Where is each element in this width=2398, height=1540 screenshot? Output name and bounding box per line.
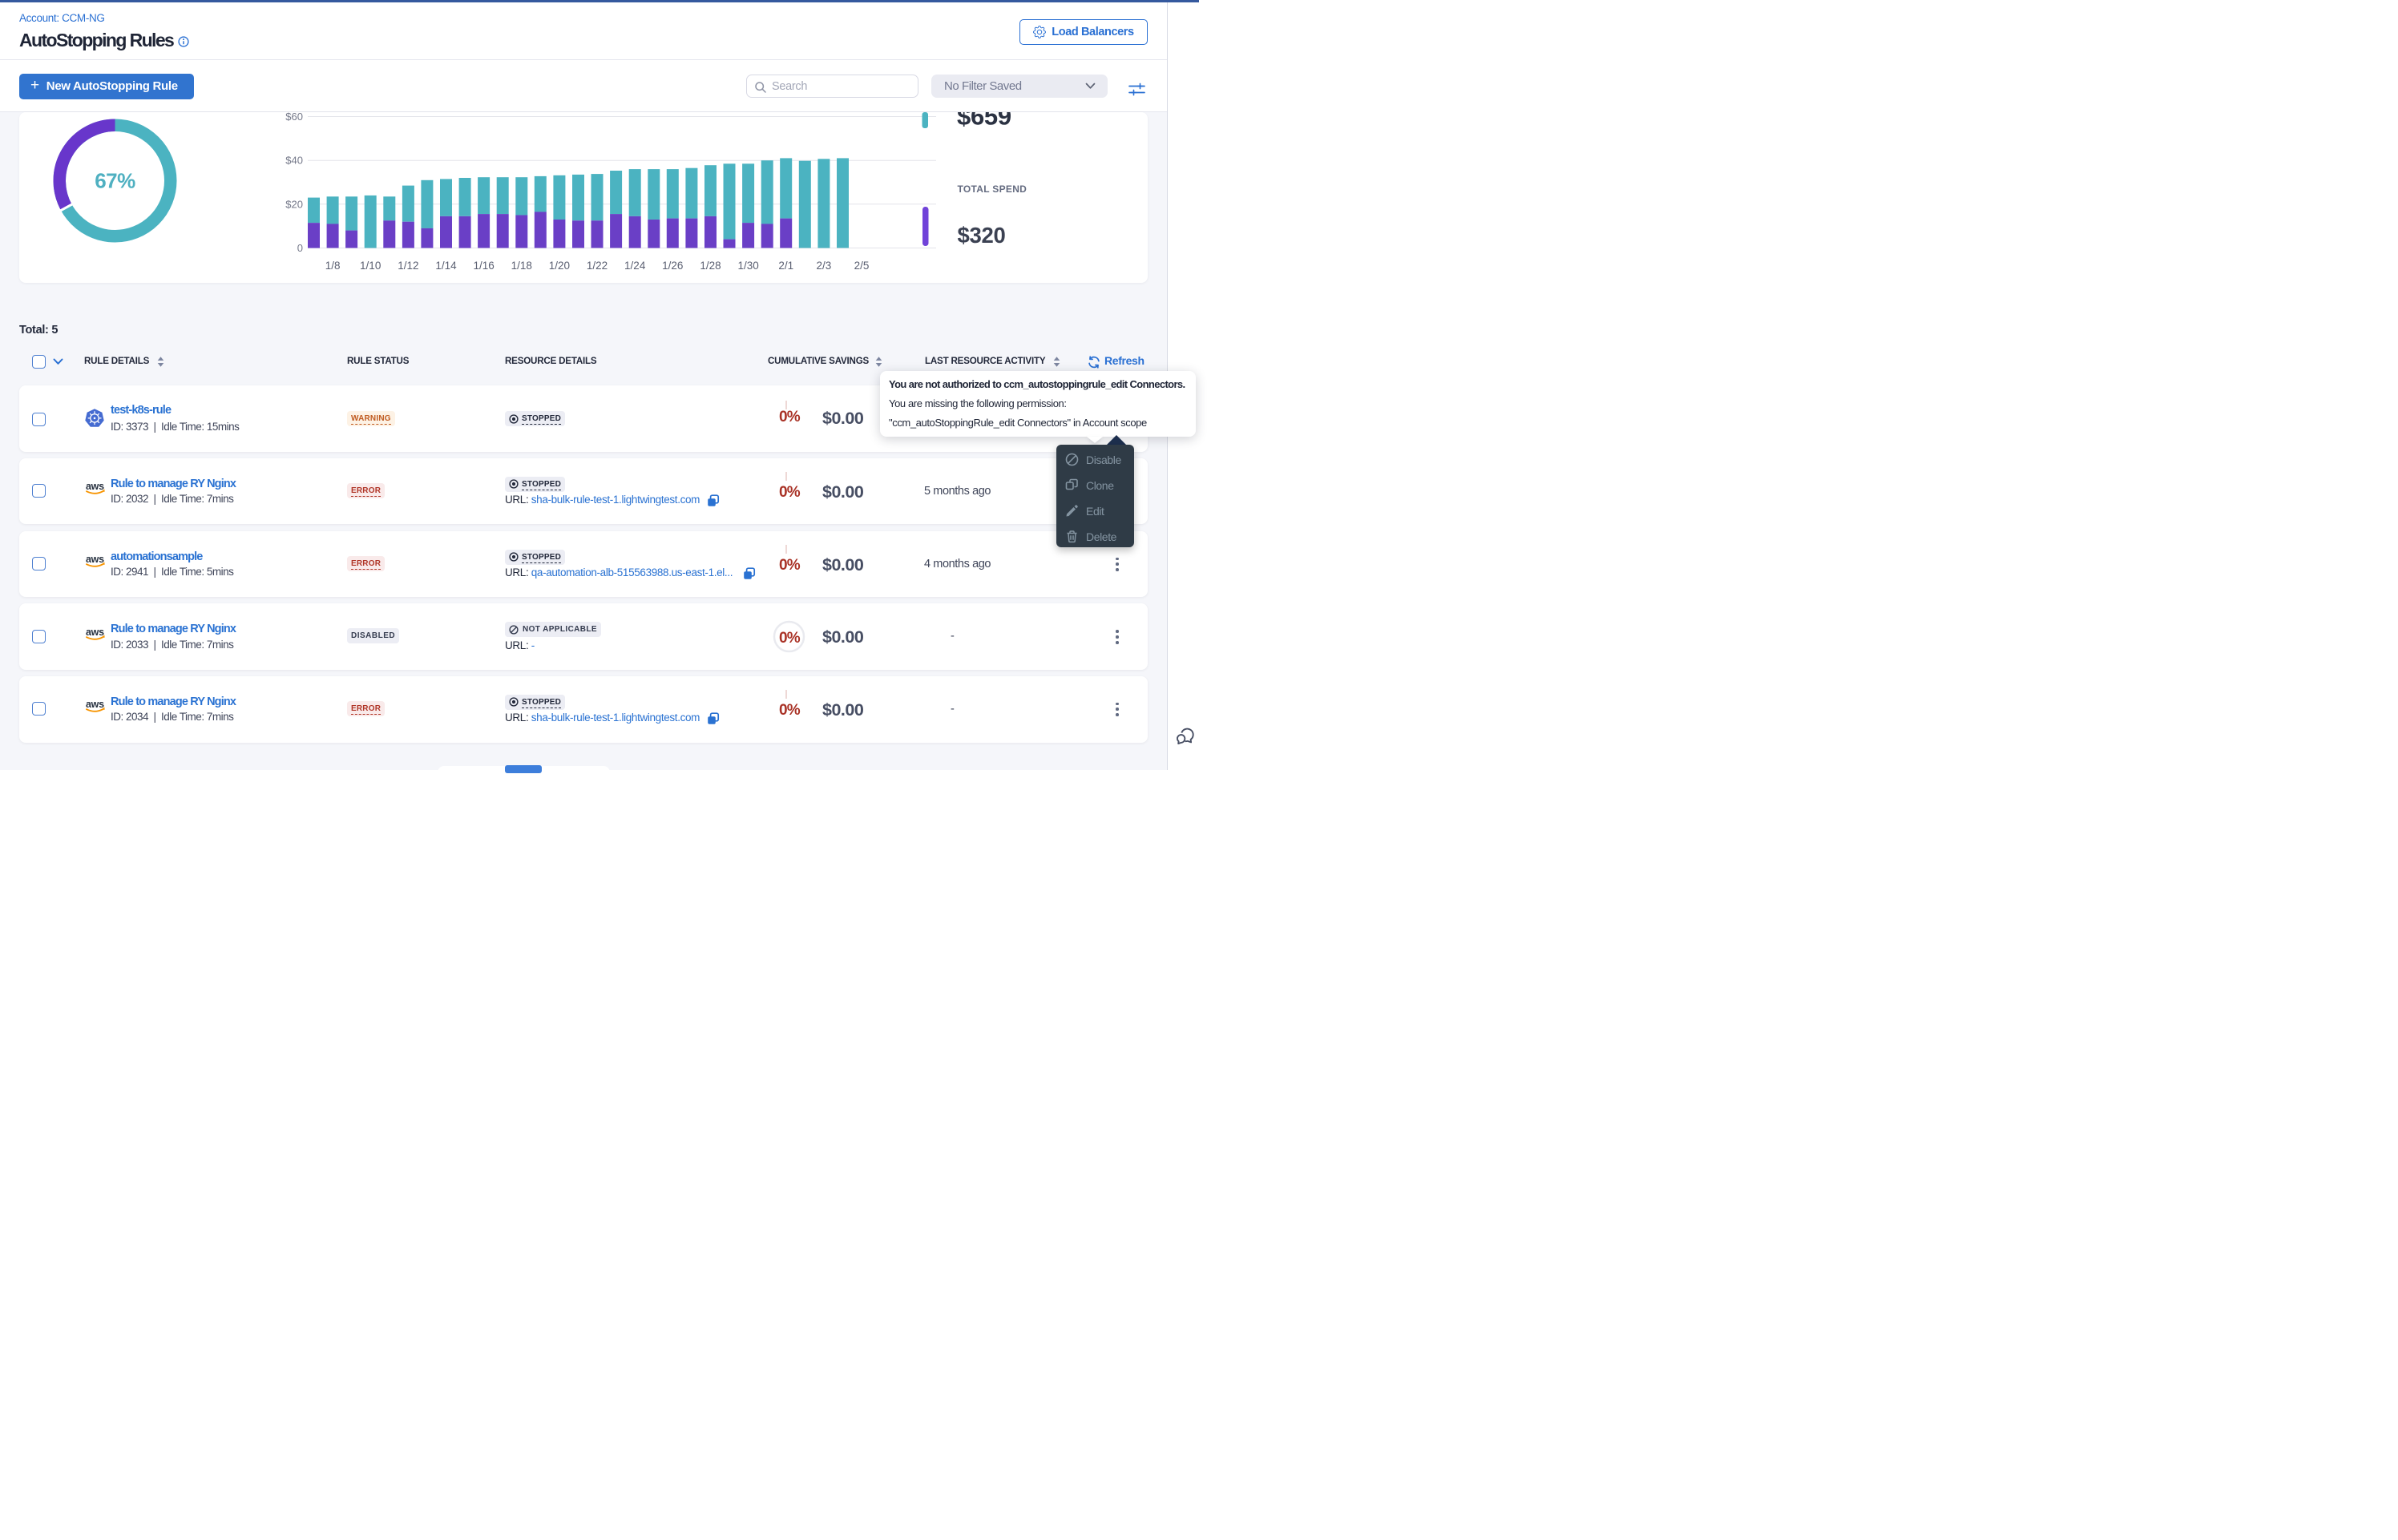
svg-text:$20: $20 — [285, 198, 303, 210]
svg-text:$320: $320 — [958, 223, 1006, 248]
svg-text:$659: $659 — [957, 112, 1011, 131]
svg-text:1/16: 1/16 — [473, 260, 494, 272]
svg-text:1/30: 1/30 — [737, 260, 758, 272]
svg-text:1/14: 1/14 — [435, 260, 457, 272]
svg-text:1/26: 1/26 — [662, 260, 683, 272]
svg-text:$60: $60 — [285, 112, 303, 123]
svg-text:2/1: 2/1 — [778, 260, 793, 272]
svg-text:aws: aws — [86, 481, 104, 492]
svg-text:TOTAL SPEND: TOTAL SPEND — [958, 183, 1027, 195]
svg-text:67%: 67% — [95, 169, 135, 193]
svg-text:1/22: 1/22 — [587, 260, 608, 272]
svg-text:1/20: 1/20 — [549, 260, 570, 272]
svg-text:1/24: 1/24 — [624, 260, 646, 272]
svg-text:2/3: 2/3 — [817, 260, 832, 272]
svg-text:1/10: 1/10 — [360, 260, 381, 272]
svg-text:aws: aws — [86, 699, 104, 710]
svg-text:$40: $40 — [285, 155, 303, 167]
svg-text:1/28: 1/28 — [700, 260, 721, 272]
svg-text:aws: aws — [86, 554, 104, 565]
svg-text:0: 0 — [297, 242, 303, 254]
svg-text:2/5: 2/5 — [854, 260, 870, 272]
svg-text:aws: aws — [86, 627, 104, 638]
svg-text:1/18: 1/18 — [511, 260, 532, 272]
svg-text:1/8: 1/8 — [325, 260, 341, 272]
svg-text:1/12: 1/12 — [398, 260, 418, 272]
